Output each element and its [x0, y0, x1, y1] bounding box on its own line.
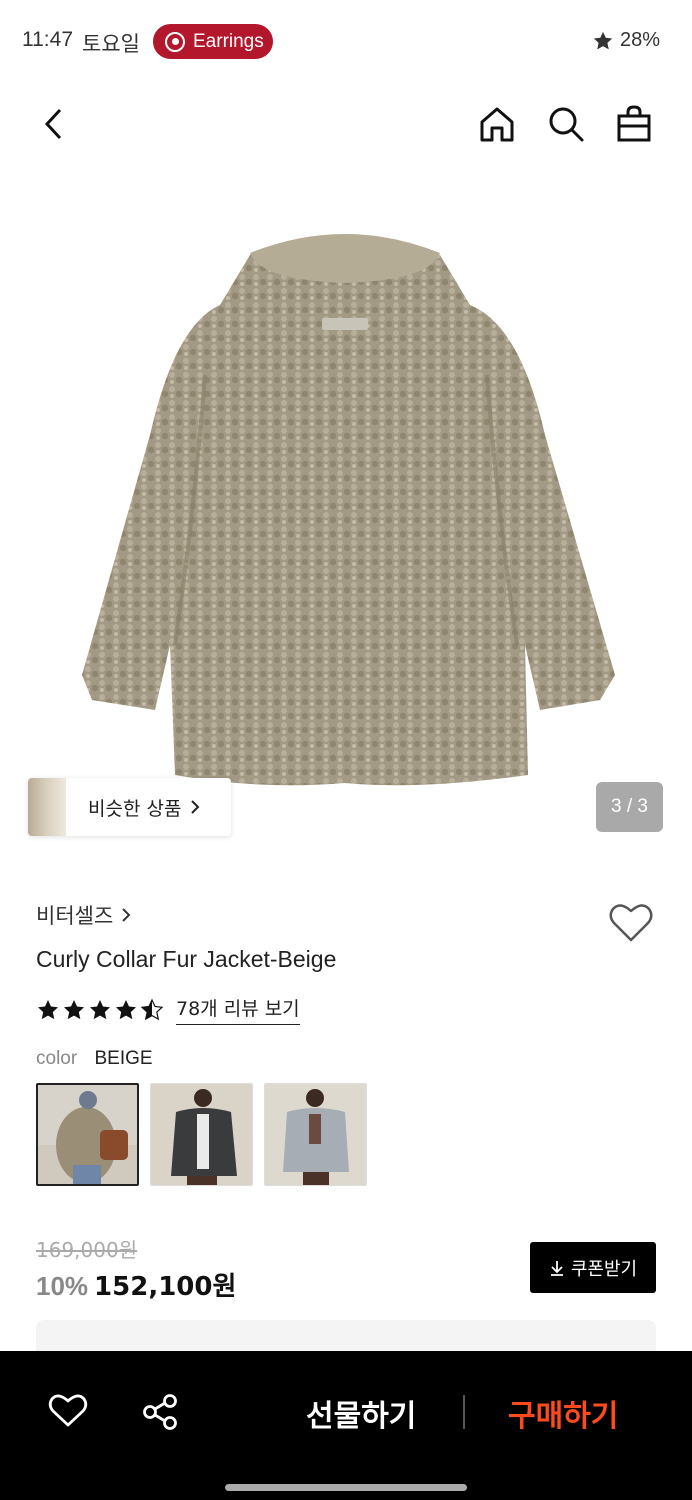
discount-rate: 10% [36, 1271, 89, 1301]
home-icon[interactable] [475, 102, 519, 146]
divider [463, 1395, 465, 1429]
rating-stars [36, 998, 164, 1022]
color-label: color [36, 1048, 78, 1069]
record-icon [165, 31, 185, 52]
heart-icon[interactable] [48, 1391, 88, 1434]
rating-row: 78개 리뷰 보기 [36, 994, 300, 1025]
notification-pill[interactable]: Earrings [153, 24, 273, 59]
swatch-charcoal[interactable] [150, 1083, 253, 1186]
color-value: BEIGE [94, 1048, 153, 1069]
battery-percent: 28% [619, 29, 660, 51]
final-price: 152,100원 [94, 1272, 237, 1302]
status-day: 토요일 [82, 32, 140, 56]
star-icon [116, 999, 136, 1019]
original-price: 169,000원 [36, 1238, 138, 1262]
product-image[interactable] [0, 175, 692, 840]
back-arrow-icon[interactable] [32, 102, 76, 146]
star-icon [593, 31, 613, 49]
product-title: Curly Collar Fur Jacket-Beige [36, 946, 337, 972]
status-time: 11:47 [22, 28, 73, 51]
gift-button[interactable]: 선물하기 [306, 1391, 416, 1435]
similar-thumbnail [28, 778, 66, 836]
star-icon [38, 999, 58, 1019]
coupon-button[interactable]: 쿠폰받기 [530, 1242, 656, 1293]
half-star-icon [140, 998, 164, 1020]
color-row: color BEIGE [36, 1048, 153, 1070]
price-row: 10% 152,100원 [36, 1266, 236, 1303]
review-link[interactable]: 78개 리뷰 보기 [176, 994, 300, 1025]
wishlist-heart-icon[interactable] [608, 900, 654, 944]
status-bar: 11:47 토요일 Earrings 28% [0, 0, 692, 84]
share-icon[interactable] [141, 1393, 179, 1436]
star-icon [64, 999, 84, 1019]
similar-products-button[interactable]: 비슷한 상품 [28, 778, 231, 836]
bottom-action-bar: 선물하기 구매하기 [0, 1351, 692, 1500]
notification-label: Earrings [193, 30, 264, 52]
shopping-bag-icon[interactable] [612, 102, 656, 146]
brand-name: 비터셀즈 [36, 904, 114, 928]
star-icon [90, 999, 110, 1019]
page-counter: 3 / 3 [596, 782, 663, 832]
buy-button[interactable]: 구매하기 [508, 1391, 618, 1435]
coupon-label: 쿠폰받기 [570, 1258, 638, 1280]
color-swatches [36, 1083, 367, 1186]
download-icon [550, 1260, 563, 1276]
status-right: 28% [592, 29, 660, 52]
search-icon[interactable] [544, 102, 588, 146]
swatch-light-grey[interactable] [264, 1083, 367, 1186]
chevron-right-icon [122, 908, 131, 922]
chevron-right-icon [191, 800, 200, 814]
home-indicator[interactable] [225, 1484, 467, 1491]
swatch-beige[interactable] [36, 1083, 139, 1186]
fur-jacket-image [82, 234, 615, 786]
brand-link[interactable]: 비터셀즈 [36, 900, 131, 930]
similar-products-label: 비슷한 상품 [88, 797, 182, 820]
top-nav [0, 84, 692, 164]
